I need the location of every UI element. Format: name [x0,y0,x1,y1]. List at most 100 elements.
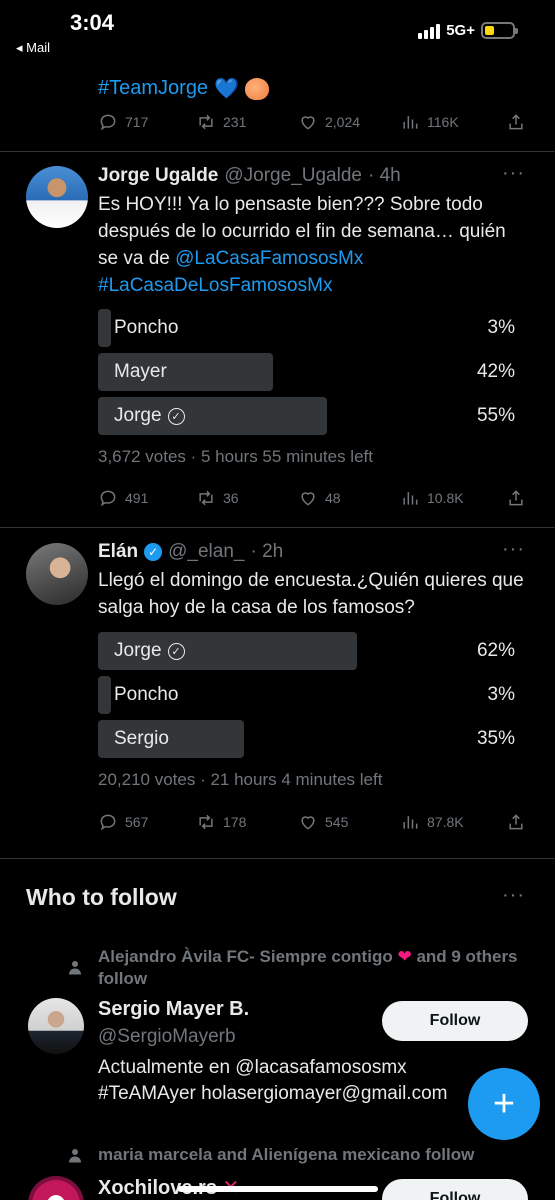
more-options-icon[interactable]: ··· [502,162,525,185]
who-to-follow-title: Who to follow [26,884,177,910]
author-handle[interactable]: @Jorge_Ugalde [224,165,362,187]
poll-option-percent: 3% [487,317,515,338]
blue-heart-emoji: 💙 [214,78,239,100]
status-indicators: 5G+ [418,22,518,39]
poll-option[interactable]: Poncho 3% [98,309,515,347]
tweet2-text: Llegó el domingo de encuesta.¿Quién quie… [98,570,524,618]
poll-option[interactable]: Mayer 42% [98,353,515,391]
suggested-user-name[interactable]: Sergio Mayer B. [98,998,249,1021]
more-options-icon[interactable]: ··· [502,538,525,561]
social-context: maria marcela and Alienígena mexicano fo… [98,1145,475,1164]
poll-option[interactable]: Sergio 35% [98,720,515,758]
tweet2-header: Elán ✓ @_elan_ · 2h [98,541,283,563]
tweet1-text: Es HOY!!! Ya lo pensaste bien??? Sobre t… [98,194,506,296]
poll-meta: 20,210 votes · 21 hours 4 minutes left [98,770,383,789]
retweet-button[interactable]: 178 [196,812,246,832]
retweet-button[interactable]: 231 [196,112,246,132]
poll-option-label: Mayer [114,361,167,382]
share-button[interactable] [506,812,526,832]
tweet-time: · 2h [250,541,284,562]
views-chart-icon [403,116,418,129]
like-button[interactable]: 545 [298,812,348,832]
signal-icon [418,23,441,39]
views-chart-icon [403,492,418,505]
heart-icon [301,116,315,130]
poll-option[interactable]: Poncho 3% [98,676,515,714]
poll-option-label: Jorge ✓ [114,405,185,427]
share-button[interactable] [506,112,526,132]
person-icon [69,961,81,975]
home-indicator[interactable] [178,1186,378,1192]
poll-option[interactable]: Jorge ✓ 55% [98,397,515,435]
tweet1-actions: 491 36 48 10.8K [98,486,528,510]
poll-meta: 3,672 votes · 5 hours 55 minutes left [98,447,373,466]
share-icon [509,814,523,830]
winner-check-icon: ✓ [167,407,185,425]
follow-button[interactable]: Follow [382,1001,528,1041]
person-icon [69,1149,81,1163]
avatar-xochilovers[interactable] [28,1176,84,1200]
poll-option-label: Poncho [114,684,179,705]
heart-icon [301,816,315,830]
retweet-icon [199,814,213,830]
views-button[interactable]: 87.8K [400,812,464,832]
verified-badge-icon: ✓ [144,543,163,561]
author-name[interactable]: Elán [98,541,138,563]
poll-option-percent: 35% [476,728,515,749]
reply-button[interactable]: 567 [98,812,148,832]
views-button[interactable]: 116K [400,112,459,132]
poll-option-percent: 62% [476,640,515,661]
tweet-time: · 4h [367,165,401,186]
reply-button[interactable]: 491 [98,488,148,508]
tweet2-actions: 567 178 545 87.8K [98,810,528,834]
heart-icon [301,492,315,506]
battery-icon [481,22,518,39]
author-name[interactable]: Jorge Ugalde [98,165,218,187]
views-button[interactable]: 10.8K [400,488,464,508]
compose-fab-button[interactable]: + [468,1068,540,1140]
reply-button[interactable]: 717 [98,112,148,132]
avatar-sergio-mayer[interactable] [28,998,84,1054]
reply-icon [100,490,116,507]
bio-line-2: #TeAMAyer holasergiomayer@gmail.com [98,1083,448,1104]
poll-option-percent: 3% [487,684,515,705]
suggested-user-handle[interactable]: @SergioMayerb [98,1026,236,1048]
network-label: 5G+ [446,22,475,39]
hashtag-link[interactable]: #LaCasaDeLosFamososMx [98,275,332,296]
tweet1-header: Jorge Ugalde @Jorge_Ugalde · 4h [98,165,401,187]
clock: 3:04 [70,10,115,35]
like-button[interactable]: 48 [298,488,341,508]
mention-link[interactable]: @LaCasaFamososMx [175,248,363,269]
share-button[interactable] [506,488,526,508]
avatar-elan[interactable] [26,543,88,605]
poll-option-label: Jorge ✓ [114,640,185,662]
retweet-button[interactable]: 36 [196,488,239,508]
poll-option[interactable]: Jorge ✓ 62% [98,632,515,670]
divider [0,858,555,859]
poll-option-percent: 42% [476,361,515,382]
avatar-jorge-ugalde[interactable] [26,166,88,228]
back-to-mail-link[interactable]: ◂ Mail [16,40,50,56]
poll-option-percent: 55% [476,405,515,426]
poll-bar [98,309,111,347]
red-heart-icon: ❤ [397,947,412,966]
like-button[interactable]: 2,024 [298,112,360,132]
author-handle[interactable]: @_elan_ [168,541,244,563]
share-icon [509,114,523,130]
status-bar: 3:04 ◂ Mail 5G+ [0,0,555,62]
tweet0-actions: 717 231 2,024 116K [98,110,528,134]
poll-bar [98,676,111,714]
reply-icon [100,114,116,131]
reply-icon [100,814,116,831]
follow-button[interactable]: Follow [382,1179,528,1200]
poll-option-label: Sergio [114,728,169,749]
hashtag-link[interactable]: #TeamJorge [98,77,208,100]
more-options-icon[interactable]: ··· [502,884,525,907]
winner-check-icon: ✓ [167,642,185,660]
tweet0-text: #TeamJorge 💙 [98,76,269,101]
share-icon [509,490,523,506]
retweet-icon [199,114,213,130]
social-context: Alejandro Àvila FC- Siempre contigo ❤ an… [98,947,518,988]
peach-emoji-icon [244,77,269,100]
divider [0,527,555,528]
